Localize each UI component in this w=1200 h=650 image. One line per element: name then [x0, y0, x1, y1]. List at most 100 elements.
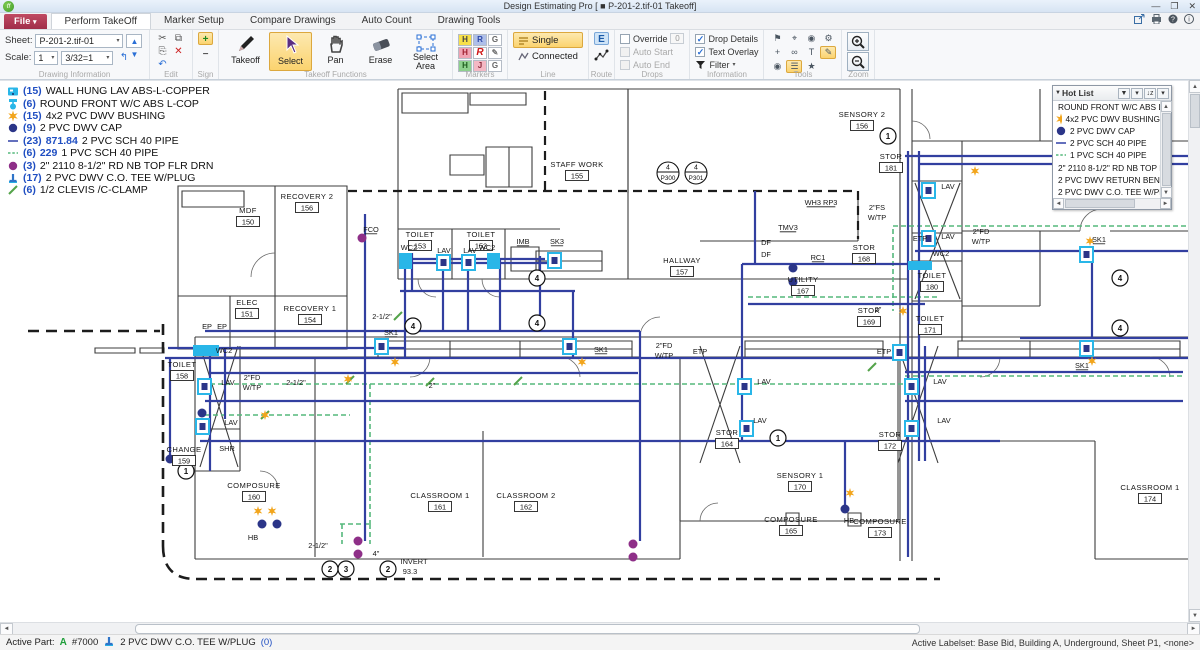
scale-value-select[interactable]: 3/32=1▾: [61, 51, 113, 65]
takeoff-button[interactable]: Takeoff: [224, 32, 267, 71]
fixture-box[interactable]: [462, 255, 475, 270]
hotlist-collapse-icon[interactable]: ▼: [1055, 90, 1061, 96]
tab-auto-count[interactable]: Auto Count: [349, 13, 425, 29]
hotlist-item[interactable]: 2" 2110 8-1/2" RD NB TOP F: [1053, 161, 1160, 173]
select-area-button[interactable]: Select Area: [404, 32, 447, 71]
legend-item[interactable]: (6)1/2 CLEVIS /C-CLAMP: [7, 184, 213, 196]
auto-start-checkbox[interactable]: [620, 47, 630, 57]
select-button[interactable]: Select: [269, 32, 312, 71]
hotlist-hscroll-thumb[interactable]: [1065, 199, 1135, 208]
marker-button-g-2[interactable]: G: [488, 34, 502, 46]
zoom-out-button[interactable]: [847, 52, 869, 71]
canvas-vertical-scrollbar[interactable]: ▲ ▼: [1188, 80, 1200, 622]
floor-drain-marker[interactable]: [629, 553, 638, 562]
hotlist-horizontal-scrollbar[interactable]: ◄ ►: [1053, 198, 1171, 209]
fixture-box[interactable]: [198, 379, 211, 394]
print-icon[interactable]: [1151, 14, 1162, 24]
floor-drain-marker[interactable]: [354, 537, 363, 546]
help-icon[interactable]: ?: [1168, 14, 1178, 24]
filter-caret[interactable]: ▾: [732, 61, 735, 68]
legend-item[interactable]: (3)2" 2110 8-1/2" RD NB TOP FLR DRN: [7, 159, 213, 171]
route-e-button[interactable]: E: [594, 32, 609, 45]
marker-button-r-4[interactable]: R: [473, 47, 487, 59]
clevis-mark[interactable]: [394, 312, 402, 320]
legend-item[interactable]: (9)2 PVC DWV CAP: [7, 122, 213, 134]
file-menu-button[interactable]: File ▾: [4, 14, 47, 29]
hotlist-sort-caret[interactable]: ▾: [1157, 88, 1169, 99]
legend-item[interactable]: (23)871.842 PVC SCH 40 PIPE: [7, 135, 213, 147]
hotlist-vertical-scrollbar[interactable]: ▲ ▼: [1160, 101, 1171, 198]
tool-button-5[interactable]: ∞: [786, 46, 802, 59]
floor-drain-marker[interactable]: [354, 550, 363, 559]
minimize-button[interactable]: —: [1151, 0, 1160, 13]
fixture-box[interactable]: [738, 379, 751, 394]
tool-button-4[interactable]: +: [769, 46, 785, 59]
fixture-box[interactable]: [548, 253, 561, 268]
bushing-star[interactable]: [846, 488, 855, 498]
marker-button-h-0[interactable]: H: [458, 34, 472, 46]
paste-icon[interactable]: ⎘: [155, 45, 170, 58]
legend-item[interactable]: (6)ROUND FRONT W/C ABS L-COP: [7, 97, 213, 109]
fixture-box[interactable]: [563, 339, 576, 354]
hotlist-scroll-down-icon[interactable]: ▼: [1161, 187, 1172, 198]
sign-minus-button[interactable]: −: [198, 48, 213, 61]
tab-perform-takeoff[interactable]: Perform TakeOff: [51, 13, 151, 29]
marker-button-r-1[interactable]: R: [473, 34, 487, 46]
fixture-box[interactable]: [1080, 341, 1093, 356]
hotlist-scroll-thumb[interactable]: [1162, 113, 1171, 186]
legend-item[interactable]: (15)4x2 PVC DWV BUSHING: [7, 110, 213, 122]
floor-drain-marker[interactable]: [358, 234, 367, 243]
hotlist-item[interactable]: 1 PVC SCH 40 PIPE: [1053, 149, 1160, 161]
marker-button-h-3[interactable]: H: [458, 47, 472, 59]
fixture-box[interactable]: [375, 339, 388, 354]
line-single-button[interactable]: Single: [513, 32, 583, 48]
tab-compare-drawings[interactable]: Compare Drawings: [237, 13, 349, 29]
override-checkbox[interactable]: [620, 34, 630, 44]
erase-button[interactable]: Erase: [359, 32, 402, 71]
hotlist-scroll-left-icon[interactable]: ◄: [1053, 198, 1064, 209]
fixture-box[interactable]: [740, 421, 753, 436]
restore-button[interactable]: ❐: [1170, 0, 1178, 13]
legend-item[interactable]: (6)2291 PVC SCH 40 PIPE: [7, 147, 213, 159]
tool-button-2[interactable]: ◉: [803, 32, 819, 45]
scale-apply-icon[interactable]: ↰: [116, 51, 131, 64]
scale-page-select[interactable]: 1▾: [34, 51, 58, 65]
sheet-spinner[interactable]: ▲▼: [126, 34, 142, 48]
legend-item[interactable]: (15)WALL HUNG LAV ABS-L-COPPER: [7, 85, 213, 97]
auto-end-checkbox[interactable]: [620, 60, 630, 70]
fixture-box[interactable]: [196, 419, 209, 434]
fixture-box[interactable]: [1080, 247, 1093, 262]
cap-marker[interactable]: [258, 520, 267, 529]
hotlist-item[interactable]: 2 PVC DWV CAP: [1053, 125, 1160, 137]
floor-drain-marker[interactable]: [629, 540, 638, 549]
bushing-star[interactable]: [254, 506, 263, 516]
bushing-star[interactable]: [971, 166, 980, 176]
hotlist-item[interactable]: 4x2 PVC DWV BUSHING: [1053, 113, 1160, 125]
tool-button-0[interactable]: ⚑: [769, 32, 785, 45]
tab-marker-setup[interactable]: Marker Setup: [151, 13, 237, 29]
hotlist-item[interactable]: ROUND FRONT W/C ABS L-C: [1053, 101, 1160, 113]
tool-button-1[interactable]: ⌖: [786, 32, 802, 45]
sign-plus-button[interactable]: +: [198, 32, 213, 45]
vertical-scroll-thumb[interactable]: [1190, 94, 1200, 128]
scroll-left-icon[interactable]: ◄: [0, 623, 13, 635]
canvas-horizontal-scrollbar[interactable]: ◄ ►: [0, 622, 1200, 634]
drop-details-checkbox[interactable]: ✓: [695, 34, 705, 44]
cap-marker[interactable]: [198, 409, 207, 418]
scroll-up-icon[interactable]: ▲: [1189, 80, 1200, 93]
fixture-blob[interactable]: [908, 261, 932, 270]
clevis-mark[interactable]: [868, 363, 876, 371]
cap-marker[interactable]: [273, 520, 282, 529]
fixture-box[interactable]: [905, 379, 918, 394]
cap-marker[interactable]: [841, 505, 850, 514]
sheet-select[interactable]: P-201-2.tif-01▾: [35, 34, 123, 48]
override-value[interactable]: 0: [670, 33, 684, 44]
fixture-blob[interactable]: [399, 253, 412, 269]
fixture-box[interactable]: [905, 421, 918, 436]
hotlist-scroll-up-icon[interactable]: ▲: [1161, 101, 1172, 112]
fixture-box[interactable]: [893, 345, 906, 360]
hotlist-filter-caret[interactable]: ▾: [1131, 88, 1143, 99]
bushing-star[interactable]: [268, 506, 277, 516]
fixture-blob[interactable]: [487, 253, 500, 269]
drawing-canvas[interactable]: 111444442324P3004P301 MDF150RECOVERY 215…: [0, 80, 1188, 622]
